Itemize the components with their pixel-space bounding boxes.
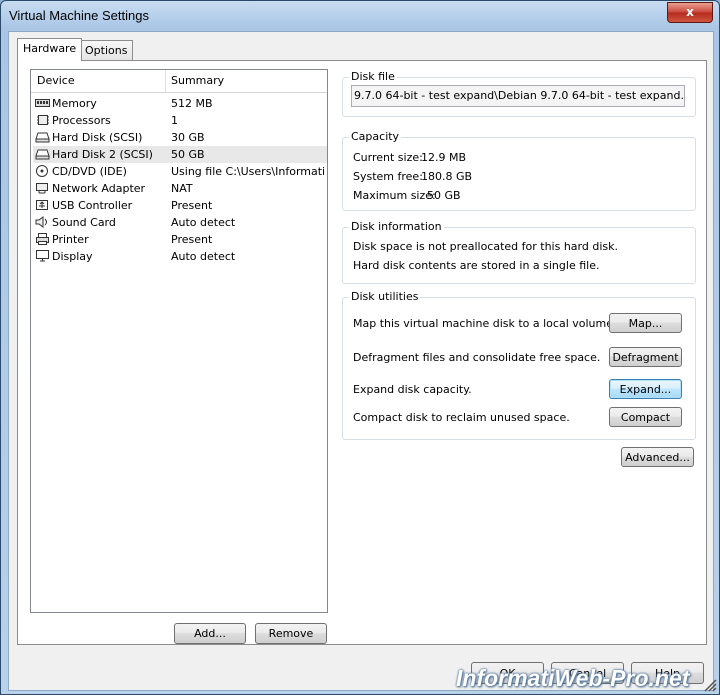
- compact-description: Compact disk to reclaim unused space.: [353, 411, 570, 424]
- device-row-display[interactable]: Display Auto detect: [33, 248, 327, 265]
- close-button[interactable]: x: [667, 2, 713, 23]
- tab-options[interactable]: Options: [79, 40, 134, 61]
- current-size-label: Current size:: [353, 151, 423, 164]
- device-row-memory[interactable]: Memory 512 MB: [33, 95, 327, 112]
- system-free-label: System free:: [353, 170, 423, 183]
- disk-file-path-field[interactable]: 9.7.0 64-bit - test expand\Debian 9.7.0 …: [351, 85, 685, 107]
- capacity-group: Capacity Current size: 12.9 MB System fr…: [342, 130, 696, 211]
- device-name: Printer: [52, 233, 89, 246]
- add-button[interactable]: Add...: [174, 623, 246, 644]
- hard-disk-icon: [35, 132, 50, 143]
- device-name: Display: [52, 250, 93, 263]
- device-row-printer[interactable]: Printer Present: [33, 231, 327, 248]
- device-summary: Using file C:\Users\Informati...: [171, 165, 325, 178]
- capacity-title: Capacity: [349, 130, 402, 143]
- device-summary: 50 GB: [171, 148, 205, 161]
- advanced-button[interactable]: Advanced...: [621, 447, 694, 467]
- memory-icon: [35, 99, 50, 107]
- device-row-sound-card[interactable]: Sound Card Auto detect: [33, 214, 327, 231]
- maximum-size-value: 50 GB: [427, 189, 461, 202]
- disk-info-preallocation: Disk space is not preallocated for this …: [353, 240, 618, 253]
- device-summary: 512 MB: [171, 97, 213, 110]
- printer-icon: [36, 233, 49, 245]
- tab-hardware[interactable]: Hardware: [17, 38, 83, 61]
- disk-information-group: Disk information Disk space is not preal…: [342, 220, 696, 284]
- disk-info-storage: Hard disk contents are stored in a singl…: [353, 259, 600, 272]
- resize-grip-icon[interactable]: [701, 676, 717, 692]
- device-row-hard-disk[interactable]: Hard Disk (SCSI) 30 GB: [33, 129, 327, 146]
- disk-utilities-group: Disk utilities Map this virtual machine …: [342, 290, 696, 440]
- device-summary: 30 GB: [171, 131, 205, 144]
- device-name: Hard Disk (SCSI): [52, 131, 143, 144]
- disk-utilities-title: Disk utilities: [349, 290, 421, 303]
- device-name: Hard Disk 2 (SCSI): [52, 148, 153, 161]
- disk-file-title: Disk file: [349, 70, 397, 83]
- expand-description: Expand disk capacity.: [353, 383, 472, 396]
- device-row-processors[interactable]: Processors 1: [33, 112, 327, 129]
- device-name: Network Adapter: [52, 182, 146, 195]
- network-icon: [36, 183, 48, 194]
- device-row-network-adapter[interactable]: Network Adapter NAT: [33, 180, 327, 197]
- device-summary: NAT: [171, 182, 193, 195]
- window-title: Virtual Machine Settings: [9, 8, 149, 23]
- watermark: InformatiWeb-Pro.net: [456, 665, 690, 691]
- display-icon: [36, 250, 49, 262]
- device-name: USB Controller: [52, 199, 133, 212]
- column-header-device[interactable]: Device: [37, 74, 75, 87]
- device-summary: Auto detect: [171, 250, 236, 263]
- maximum-size-label: Maximum size:: [353, 189, 436, 202]
- defragment-description: Defragment files and consolidate free sp…: [353, 351, 601, 364]
- device-name: Processors: [52, 114, 111, 127]
- device-list-header: Device Summary: [31, 70, 327, 93]
- dialog-client-area: Hardware Options Device Summary Memory 5…: [8, 31, 714, 691]
- settings-window: Virtual Machine Settings x Hardware Opti…: [0, 0, 720, 695]
- cd-dvd-icon: [36, 165, 48, 177]
- sound-icon: [35, 216, 47, 228]
- device-name: Sound Card: [52, 216, 116, 229]
- disk-file-group: Disk file 9.7.0 64-bit - test expand\Deb…: [342, 70, 696, 117]
- device-summary: Auto detect: [171, 216, 236, 229]
- compact-button[interactable]: Compact: [609, 407, 682, 427]
- device-row-cd-dvd[interactable]: CD/DVD (IDE) Using file C:\Users\Informa…: [33, 163, 327, 180]
- remove-button[interactable]: Remove: [255, 623, 327, 644]
- device-name: CD/DVD (IDE): [52, 165, 127, 178]
- hard-disk-icon: [35, 149, 50, 160]
- device-summary: 1: [171, 114, 178, 127]
- map-description: Map this virtual machine disk to a local…: [353, 317, 617, 330]
- usb-icon: [36, 200, 48, 210]
- title-bar[interactable]: Virtual Machine Settings x: [1, 1, 719, 31]
- map-button[interactable]: Map...: [609, 313, 682, 333]
- disk-information-title: Disk information: [349, 220, 444, 233]
- device-row-usb-controller[interactable]: USB Controller Present: [33, 197, 327, 214]
- system-free-value: 180.8 GB: [421, 170, 473, 183]
- current-size-value: 12.9 MB: [421, 151, 467, 164]
- column-header-summary[interactable]: Summary: [171, 74, 224, 87]
- defragment-button[interactable]: Defragment: [609, 347, 682, 367]
- expand-button[interactable]: Expand...: [609, 379, 682, 399]
- device-row-hard-disk-2[interactable]: Hard Disk 2 (SCSI) 50 GB: [33, 146, 327, 163]
- device-list[interactable]: Device Summary Memory 512 MB Processors …: [30, 69, 328, 613]
- hardware-panel: Device Summary Memory 512 MB Processors …: [17, 60, 707, 645]
- device-summary: Present: [171, 199, 213, 212]
- device-summary: Present: [171, 233, 213, 246]
- device-name: Memory: [52, 97, 97, 110]
- close-icon: x: [686, 5, 694, 19]
- processor-icon: [37, 115, 49, 125]
